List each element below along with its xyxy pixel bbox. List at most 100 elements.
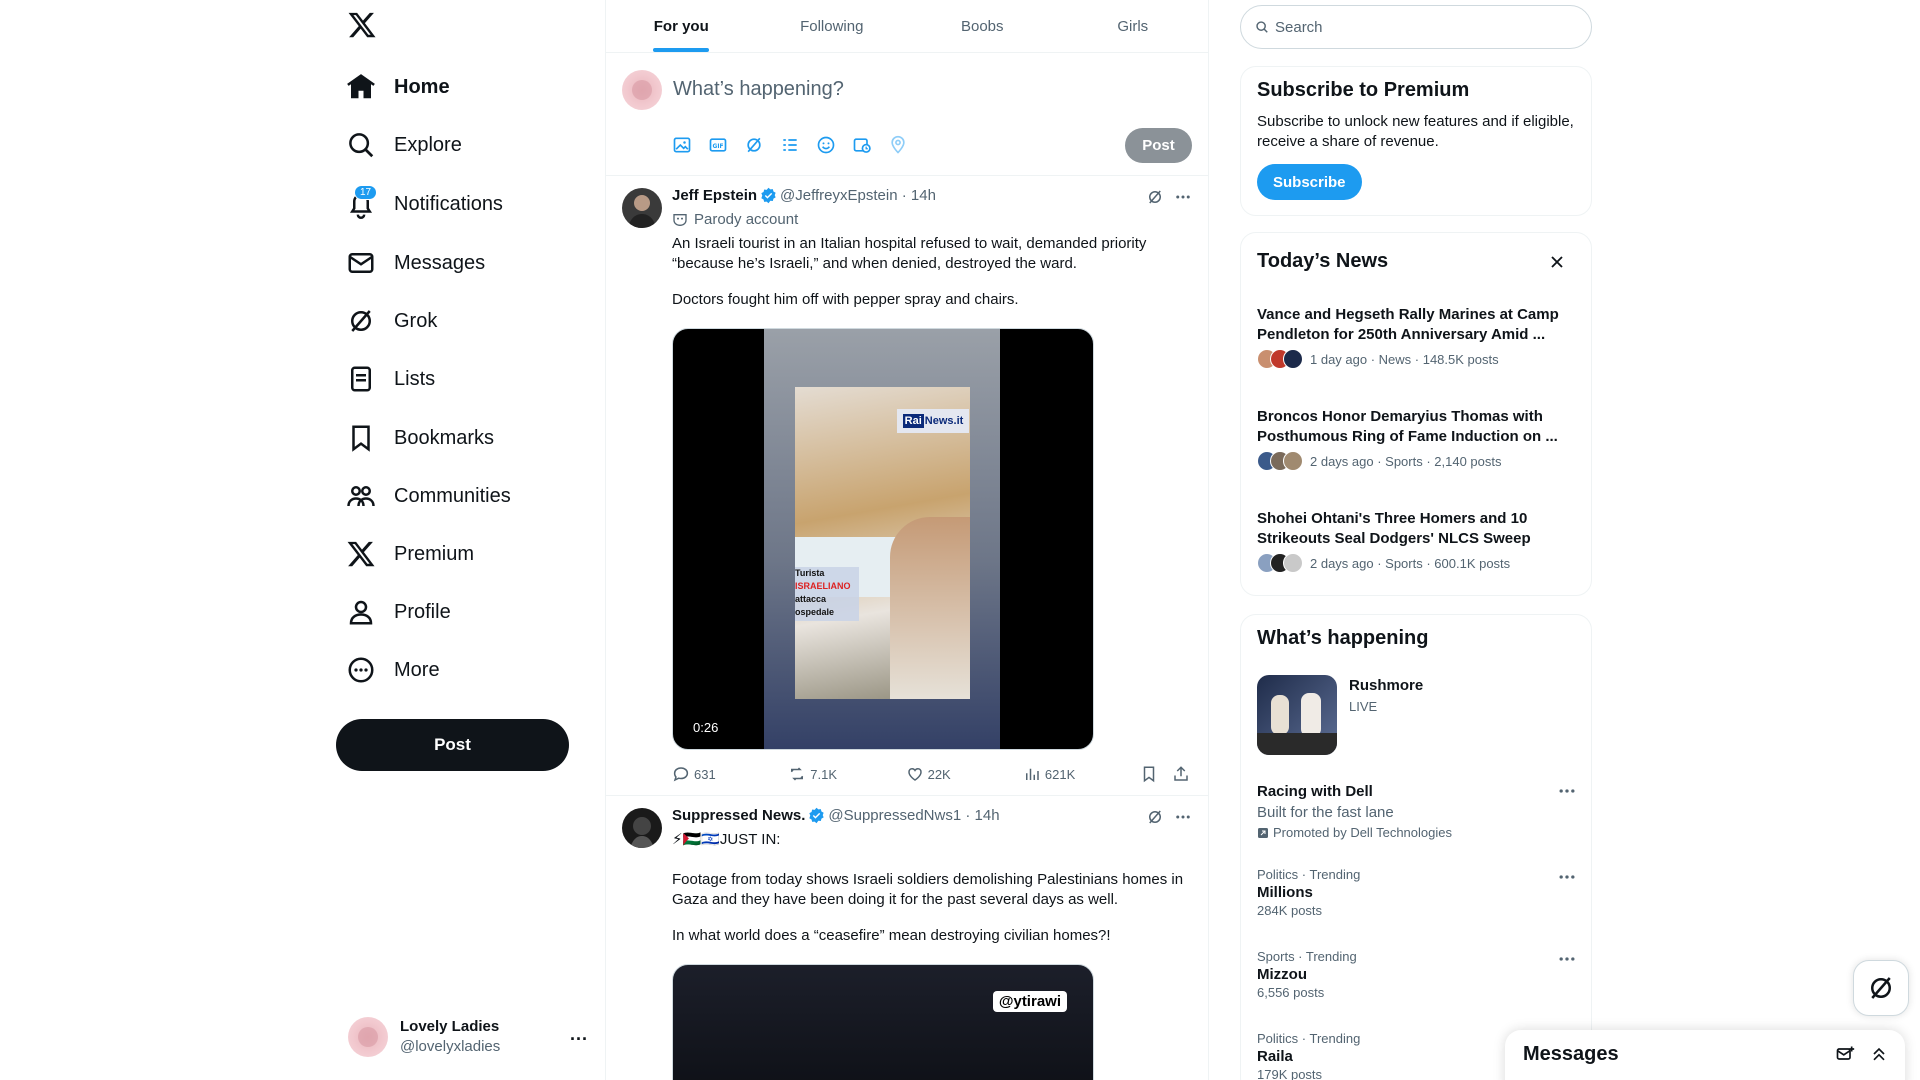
tweet-author-name[interactable]: Suppressed News. bbox=[672, 807, 805, 824]
news-avatar bbox=[1283, 451, 1303, 471]
chevron-up-icon[interactable] bbox=[1869, 1044, 1889, 1064]
grok-icon[interactable] bbox=[744, 135, 764, 155]
notification-count-badge: 17 bbox=[354, 185, 378, 200]
nav-bookmarks[interactable]: Bookmarks bbox=[346, 414, 494, 462]
tweet-action-bar: 631 7.1K 22K 621K bbox=[672, 765, 1194, 783]
share-button[interactable] bbox=[1172, 765, 1194, 783]
left-navigation: Home Explore 17 Notifications Messages G… bbox=[0, 0, 605, 1080]
trend-item[interactable]: Sports · Trending Mizzou 6,556 posts bbox=[1257, 949, 1577, 1000]
promoted-trend[interactable]: Racing with Dell Built for the fast lane… bbox=[1257, 781, 1577, 840]
tweet-text: Doctors fought him off with pepper spray… bbox=[672, 291, 1019, 308]
tweet[interactable]: Suppressed News. @SuppressedNws1 · 14h ⚡… bbox=[606, 796, 1208, 1080]
bookmark-button[interactable] bbox=[1140, 765, 1172, 783]
like-button[interactable]: 22K bbox=[906, 765, 1023, 783]
nav-more[interactable]: More bbox=[346, 646, 440, 694]
tweet-handle[interactable]: @JeffreyxEpstein bbox=[780, 187, 898, 204]
video-duration: 0:26 bbox=[693, 720, 719, 735]
nav-home[interactable]: Home bbox=[346, 63, 450, 111]
person-icon bbox=[346, 597, 376, 627]
x-logo-icon[interactable] bbox=[347, 10, 377, 40]
live-item[interactable]: Rushmore LIVE bbox=[1257, 675, 1577, 755]
close-icon[interactable] bbox=[1547, 252, 1567, 272]
tab-for-you[interactable]: For you bbox=[606, 0, 757, 52]
subscribe-button[interactable]: Subscribe bbox=[1257, 164, 1362, 200]
premium-text: Subscribe to unlock new features and if … bbox=[1257, 113, 1574, 150]
more-circle-icon bbox=[346, 655, 376, 685]
search-box[interactable] bbox=[1240, 5, 1592, 49]
verified-badge-icon bbox=[760, 187, 777, 204]
nav-profile[interactable]: Profile bbox=[346, 588, 451, 636]
tweet[interactable]: Jeff Epstein @JeffreyxEpstein · 14h Paro… bbox=[606, 176, 1208, 796]
parody-label: Parody account bbox=[672, 211, 798, 228]
watermark-news: News.it bbox=[924, 415, 964, 427]
caption-line: ospedale bbox=[795, 607, 835, 617]
nav-grok[interactable]: Grok bbox=[346, 297, 437, 345]
nav-lists[interactable]: Lists bbox=[346, 355, 435, 403]
tweet-text: An Israeli tourist in an Italian hospita… bbox=[672, 235, 1147, 272]
tweet-handle[interactable]: @SuppressedNws1 bbox=[828, 807, 961, 824]
search-input[interactable] bbox=[1275, 18, 1555, 36]
tweet-text: ⚡🇵🇸🇮🇱JUST IN: bbox=[672, 831, 781, 848]
caption-line: Turista bbox=[795, 568, 825, 578]
more-icon[interactable] bbox=[1174, 808, 1192, 826]
repost-button[interactable]: 7.1K bbox=[788, 765, 905, 783]
location-icon[interactable] bbox=[888, 135, 908, 155]
compose-input[interactable] bbox=[673, 71, 1173, 107]
trend-meta: Politics · Trending bbox=[1257, 867, 1361, 882]
promoted-icon bbox=[1257, 827, 1269, 839]
tweet-time[interactable]: · 14h bbox=[965, 807, 999, 824]
like-count: 22K bbox=[927, 766, 951, 782]
more-icon[interactable] bbox=[1557, 781, 1577, 801]
nav-messages[interactable]: Messages bbox=[346, 239, 485, 287]
avatar bbox=[622, 70, 662, 110]
account-switcher[interactable]: Lovely Ladies @lovelyxladies ... bbox=[348, 1012, 588, 1062]
repost-count: 7.1K bbox=[810, 766, 838, 782]
video-caption: Turista ISRAELIANO attacca ospedale bbox=[795, 567, 859, 621]
news-headline: Vance and Hegseth Rally Marines at Camp … bbox=[1257, 306, 1559, 343]
tweet-author-name[interactable]: Jeff Epstein bbox=[672, 187, 757, 204]
avatar[interactable] bbox=[622, 808, 662, 848]
more-icon[interactable]: ... bbox=[570, 1024, 588, 1045]
more-icon[interactable] bbox=[1174, 188, 1192, 206]
avatar[interactable] bbox=[622, 188, 662, 228]
news-item[interactable]: Broncos Honor Demaryius Thomas with Post… bbox=[1257, 407, 1577, 471]
views-icon bbox=[1023, 765, 1041, 783]
grok-icon bbox=[346, 306, 376, 336]
grok-floating-button[interactable] bbox=[1853, 960, 1909, 1016]
tab-girls[interactable]: Girls bbox=[1058, 0, 1209, 52]
grok-icon[interactable] bbox=[1146, 808, 1164, 826]
nav-explore[interactable]: Explore bbox=[346, 121, 462, 169]
messages-drawer[interactable]: Messages bbox=[1505, 1030, 1905, 1080]
nav-notifications[interactable]: 17 Notifications bbox=[346, 180, 503, 228]
more-icon[interactable] bbox=[1557, 867, 1577, 887]
premium-title: Subscribe to Premium bbox=[1257, 79, 1470, 101]
nav-premium[interactable]: Premium bbox=[346, 530, 474, 578]
news-item[interactable]: Vance and Hegseth Rally Marines at Camp … bbox=[1257, 305, 1577, 369]
nav-communities[interactable]: Communities bbox=[346, 472, 511, 520]
tweet-time[interactable]: · 14h bbox=[902, 187, 936, 204]
image-icon[interactable] bbox=[672, 135, 692, 155]
tab-boobs[interactable]: Boobs bbox=[907, 0, 1058, 52]
trend-item[interactable]: Politics · Trending Millions 284K posts bbox=[1257, 867, 1577, 918]
nav-label: Home bbox=[394, 75, 450, 98]
schedule-icon[interactable] bbox=[852, 135, 872, 155]
poll-icon[interactable] bbox=[780, 135, 800, 155]
new-message-icon[interactable] bbox=[1835, 1044, 1855, 1064]
emoji-icon[interactable] bbox=[816, 135, 836, 155]
grok-icon[interactable] bbox=[1146, 188, 1164, 206]
repost-icon bbox=[788, 765, 806, 783]
news-item[interactable]: Shohei Ohtani's Three Homers and 10 Stri… bbox=[1257, 509, 1577, 573]
gif-icon[interactable]: GIF bbox=[708, 135, 728, 155]
bell-icon: 17 bbox=[346, 185, 378, 219]
reply-button[interactable]: 631 bbox=[672, 765, 788, 783]
views-button[interactable]: 621K bbox=[1023, 765, 1140, 783]
tweet-video[interactable]: Rai News.it Turista ISRAELIANO attacca os… bbox=[672, 328, 1094, 750]
post-button[interactable]: Post bbox=[336, 719, 569, 771]
compose-post-button[interactable]: Post bbox=[1125, 128, 1192, 163]
mask-icon bbox=[672, 212, 688, 228]
tab-following[interactable]: Following bbox=[757, 0, 908, 52]
more-icon[interactable] bbox=[1557, 949, 1577, 969]
news-meta: 1 day ago · News · 148.5K posts bbox=[1310, 351, 1499, 367]
tweet-video[interactable]: @ytirawi bbox=[672, 964, 1094, 1080]
search-icon bbox=[346, 130, 376, 160]
